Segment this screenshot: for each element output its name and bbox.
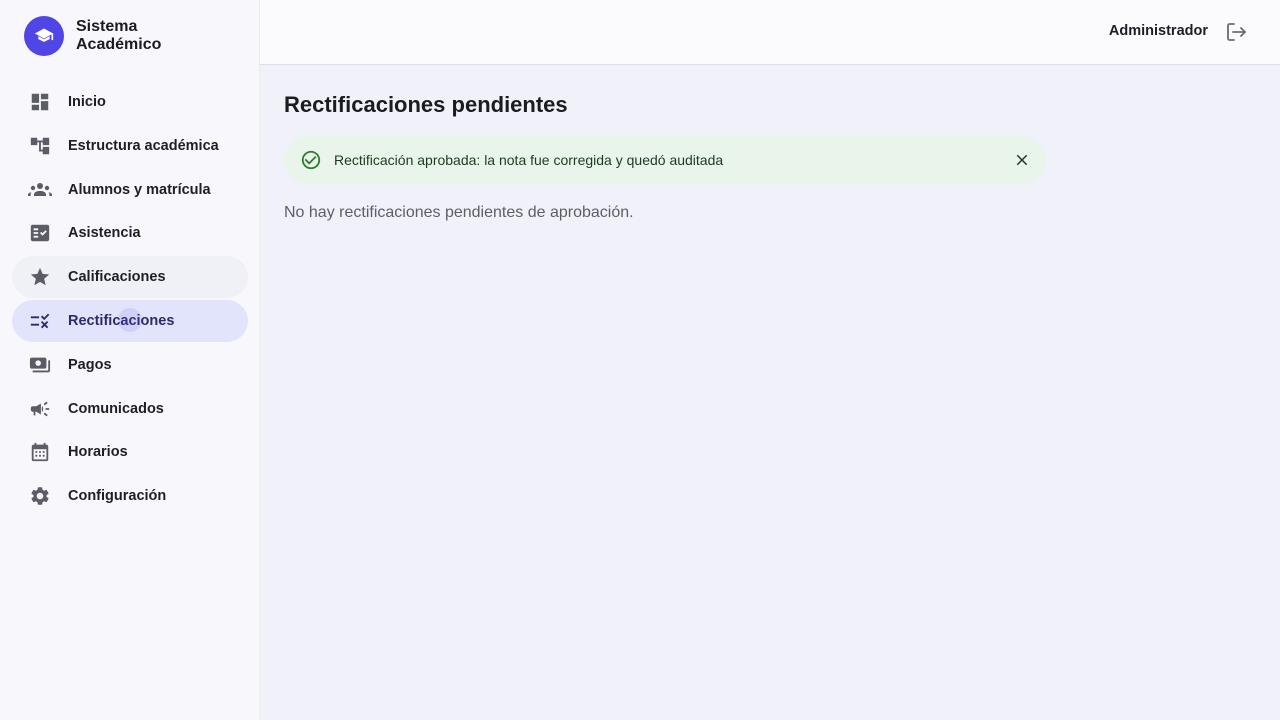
sidebar-item-label: Comunicados xyxy=(68,400,164,417)
main-content: Rectificaciones pendientes Rectificación… xyxy=(284,90,1244,222)
user-name: Administrador xyxy=(1108,23,1208,39)
graduation-cap-icon xyxy=(24,16,64,56)
dashboard-icon xyxy=(28,90,52,114)
sidebar-item-alumnos-matricula[interactable]: Alumnos y matrícula xyxy=(12,169,248,211)
logout-icon xyxy=(1227,23,1246,41)
ripple-effect xyxy=(118,307,142,332)
top-bar: Administrador xyxy=(260,0,1280,65)
sidebar: Sistema Académico Inicio Estructura acad… xyxy=(0,0,260,720)
account-tree-icon xyxy=(28,134,52,158)
rule-icon xyxy=(28,309,52,333)
groups-icon xyxy=(28,178,52,202)
sidebar-item-rectificaciones[interactable]: Rectificaciones xyxy=(12,299,248,342)
sidebar-item-pagos[interactable]: Pagos xyxy=(12,344,248,386)
sidebar-item-inicio[interactable]: Inicio xyxy=(12,81,248,123)
brand-line-2: Académico xyxy=(76,36,162,53)
sidebar-item-label: Calificaciones xyxy=(68,269,166,286)
brand[interactable]: Sistema Académico xyxy=(24,16,161,56)
calendar-icon xyxy=(28,440,52,464)
logout-button[interactable] xyxy=(1224,20,1248,44)
empty-state-message: No hay rectificaciones pendientes de apr… xyxy=(284,204,634,221)
sidebar-item-label: Alumnos y matrícula xyxy=(68,181,211,198)
sidebar-item-estructura-academica[interactable]: Estructura académica xyxy=(12,125,248,167)
sidebar-item-label: Estructura académica xyxy=(68,137,219,154)
success-alert: Rectificación aprobada: la nota fue corr… xyxy=(284,136,1046,184)
brand-line-1: Sistema xyxy=(76,18,138,35)
settings-icon xyxy=(28,484,52,508)
sidebar-item-label: Horarios xyxy=(68,444,128,461)
brand-name: Sistema Académico xyxy=(76,18,161,54)
payments-icon xyxy=(28,353,52,377)
campaign-icon xyxy=(28,397,52,421)
sidebar-item-horarios[interactable]: Horarios xyxy=(12,431,248,473)
sidebar-item-comunicados[interactable]: Comunicados xyxy=(12,388,248,430)
sidebar-item-configuracion[interactable]: Configuración xyxy=(12,475,248,517)
page-title: Rectificaciones pendientes xyxy=(284,92,568,117)
sidebar-item-calificaciones[interactable]: Calificaciones xyxy=(12,256,248,299)
sidebar-item-label: Pagos xyxy=(68,356,112,373)
close-icon xyxy=(1016,154,1028,166)
fact-check-icon xyxy=(28,221,52,245)
sidebar-item-label: Configuración xyxy=(68,488,167,505)
alert-close-button[interactable] xyxy=(1012,150,1032,170)
star-icon xyxy=(28,265,52,289)
sidebar-item-label: Inicio xyxy=(68,94,106,110)
check-circle-icon xyxy=(300,149,322,171)
sidebar-item-asistencia[interactable]: Asistencia xyxy=(12,212,248,254)
sidebar-nav: Inicio Estructura académica Alumnos y ma… xyxy=(12,81,248,519)
sidebar-item-label: Asistencia xyxy=(68,225,141,242)
alert-message: Rectificación aprobada: la nota fue corr… xyxy=(334,152,724,168)
